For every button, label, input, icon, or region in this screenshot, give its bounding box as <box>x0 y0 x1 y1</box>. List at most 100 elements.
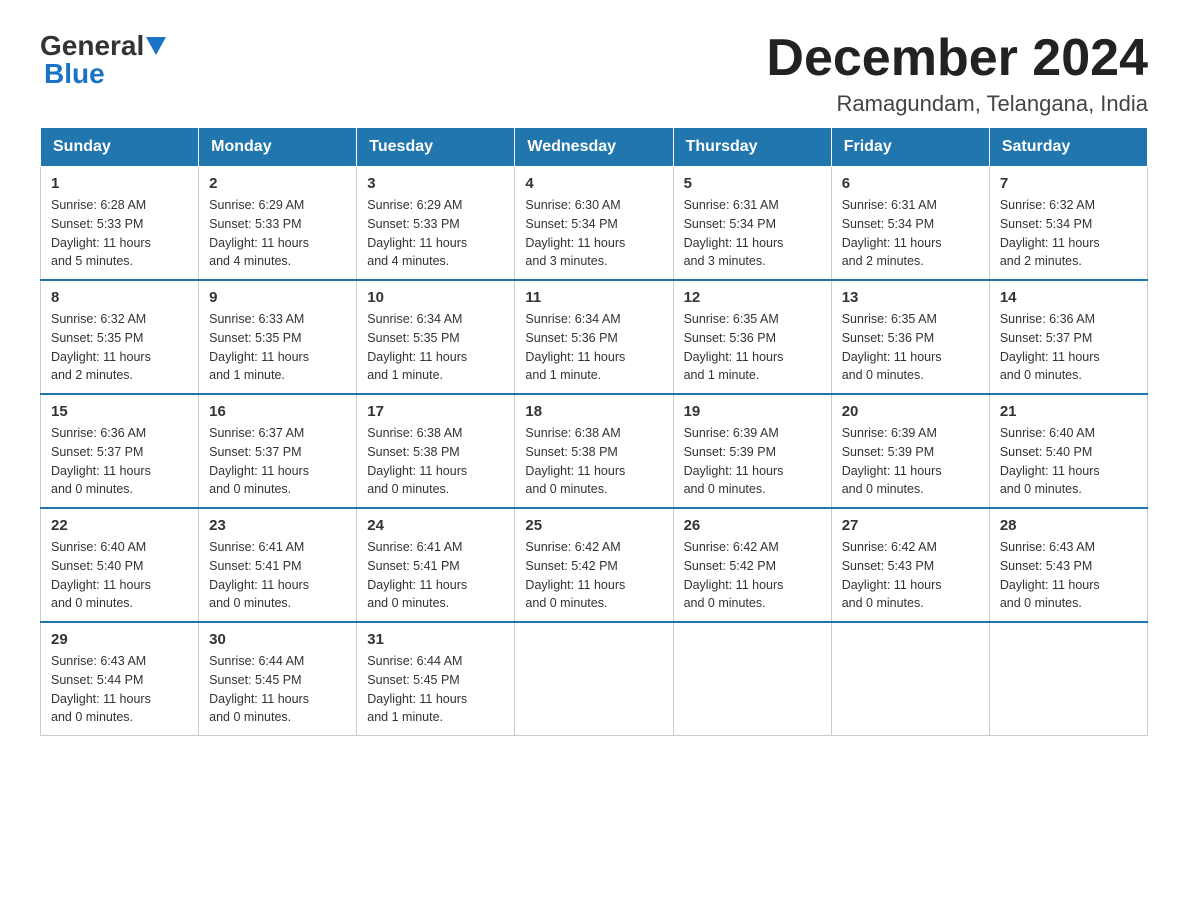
day-number: 23 <box>209 517 346 534</box>
day-info: Sunrise: 6:36 AMSunset: 5:37 PMDaylight:… <box>51 424 188 499</box>
calendar-cell: 6 Sunrise: 6:31 AMSunset: 5:34 PMDaylight… <box>831 167 989 281</box>
calendar-cell: 11Sunrise: 6:34 AMSunset: 5:36 PMDayligh… <box>515 280 673 394</box>
day-number: 13 <box>842 289 979 306</box>
title-section: December 2024 Ramagundam, Telangana, Ind… <box>766 30 1148 117</box>
calendar-cell <box>515 622 673 736</box>
day-info: Sunrise: 6:42 AMSunset: 5:42 PMDaylight:… <box>525 538 662 613</box>
day-info: Sunrise: 6:37 AMSunset: 5:37 PMDaylight:… <box>209 424 346 499</box>
day-info: Sunrise: 6:31 AMSunset: 5:34 PMDaylight:… <box>684 196 821 271</box>
day-info: Sunrise: 6:39 AMSunset: 5:39 PMDaylight:… <box>842 424 979 499</box>
day-info: Sunrise: 6:33 AMSunset: 5:35 PMDaylight:… <box>209 310 346 385</box>
calendar-cell: 31Sunrise: 6:44 AMSunset: 5:45 PMDayligh… <box>357 622 515 736</box>
calendar-cell: 13 Sunrise: 6:35 AMSunset: 5:36 PMDayligh… <box>831 280 989 394</box>
day-info: Sunrise: 6:29 AMSunset: 5:33 PMDaylight:… <box>209 196 346 271</box>
day-number: 6 <box>842 175 979 192</box>
col-header-monday: Monday <box>199 128 357 167</box>
calendar-cell: 4 Sunrise: 6:30 AMSunset: 5:34 PMDaylight… <box>515 167 673 281</box>
calendar-cell: 2 Sunrise: 6:29 AMSunset: 5:33 PMDaylight… <box>199 167 357 281</box>
calendar-cell <box>673 622 831 736</box>
calendar-cell: 17Sunrise: 6:38 AMSunset: 5:38 PMDayligh… <box>357 394 515 508</box>
day-info: Sunrise: 6:32 AMSunset: 5:35 PMDaylight:… <box>51 310 188 385</box>
day-info: Sunrise: 6:30 AMSunset: 5:34 PMDaylight:… <box>525 196 662 271</box>
col-header-thursday: Thursday <box>673 128 831 167</box>
calendar-cell: 20Sunrise: 6:39 AMSunset: 5:39 PMDayligh… <box>831 394 989 508</box>
calendar-cell: 14Sunrise: 6:36 AMSunset: 5:37 PMDayligh… <box>989 280 1147 394</box>
day-number: 2 <box>209 175 346 192</box>
day-info: Sunrise: 6:35 AMSunset: 5:36 PMDaylight:… <box>842 310 979 385</box>
day-number: 5 <box>684 175 821 192</box>
day-number: 30 <box>209 631 346 648</box>
day-info: Sunrise: 6:31 AMSunset: 5:34 PMDaylight:… <box>842 196 979 271</box>
day-number: 15 <box>51 403 188 420</box>
day-number: 18 <box>525 403 662 420</box>
day-info: Sunrise: 6:40 AMSunset: 5:40 PMDaylight:… <box>51 538 188 613</box>
day-number: 25 <box>525 517 662 534</box>
calendar-cell: 10 Sunrise: 6:34 AMSunset: 5:35 PMDayligh… <box>357 280 515 394</box>
day-info: Sunrise: 6:39 AMSunset: 5:39 PMDaylight:… <box>684 424 821 499</box>
day-number: 9 <box>209 289 346 306</box>
day-info: Sunrise: 6:42 AMSunset: 5:42 PMDaylight:… <box>684 538 821 613</box>
calendar-cell: 28 Sunrise: 6:43 AMSunset: 5:43 PMDayligh… <box>989 508 1147 622</box>
calendar-table: SundayMondayTuesdayWednesdayThursdayFrid… <box>40 127 1148 736</box>
day-number: 10 <box>367 289 504 306</box>
day-info: Sunrise: 6:44 AMSunset: 5:45 PMDaylight:… <box>209 652 346 727</box>
logo: General Blue <box>40 30 166 90</box>
day-number: 7 <box>1000 175 1137 192</box>
day-number: 4 <box>525 175 662 192</box>
calendar-header-row: SundayMondayTuesdayWednesdayThursdayFrid… <box>41 128 1148 167</box>
calendar-cell: 18 Sunrise: 6:38 AMSunset: 5:38 PMDayligh… <box>515 394 673 508</box>
calendar-cell: 29 Sunrise: 6:43 AMSunset: 5:44 PMDayligh… <box>41 622 199 736</box>
calendar-cell: 12Sunrise: 6:35 AMSunset: 5:36 PMDayligh… <box>673 280 831 394</box>
day-info: Sunrise: 6:29 AMSunset: 5:33 PMDaylight:… <box>367 196 504 271</box>
calendar-week-row-2: 8 Sunrise: 6:32 AMSunset: 5:35 PMDaylight… <box>41 280 1148 394</box>
day-info: Sunrise: 6:34 AMSunset: 5:35 PMDaylight:… <box>367 310 504 385</box>
day-number: 19 <box>684 403 821 420</box>
calendar-cell: 27 Sunrise: 6:42 AMSunset: 5:43 PMDayligh… <box>831 508 989 622</box>
calendar-cell: 30 Sunrise: 6:44 AMSunset: 5:45 PMDayligh… <box>199 622 357 736</box>
calendar-cell: 1 Sunrise: 6:28 AMSunset: 5:33 PMDaylight… <box>41 167 199 281</box>
day-number: 16 <box>209 403 346 420</box>
calendar-cell: 9 Sunrise: 6:33 AMSunset: 5:35 PMDaylight… <box>199 280 357 394</box>
logo-triangle-icon <box>146 37 166 57</box>
col-header-friday: Friday <box>831 128 989 167</box>
col-header-saturday: Saturday <box>989 128 1147 167</box>
day-number: 11 <box>525 289 662 306</box>
calendar-cell: 3 Sunrise: 6:29 AMSunset: 5:33 PMDaylight… <box>357 167 515 281</box>
calendar-cell: 24 Sunrise: 6:41 AMSunset: 5:41 PMDayligh… <box>357 508 515 622</box>
calendar-cell: 21Sunrise: 6:40 AMSunset: 5:40 PMDayligh… <box>989 394 1147 508</box>
day-number: 29 <box>51 631 188 648</box>
day-number: 12 <box>684 289 821 306</box>
day-info: Sunrise: 6:38 AMSunset: 5:38 PMDaylight:… <box>525 424 662 499</box>
day-number: 1 <box>51 175 188 192</box>
day-info: Sunrise: 6:43 AMSunset: 5:44 PMDaylight:… <box>51 652 188 727</box>
logo-blue-text: Blue <box>40 58 105 90</box>
calendar-cell: 26Sunrise: 6:42 AMSunset: 5:42 PMDayligh… <box>673 508 831 622</box>
day-number: 24 <box>367 517 504 534</box>
day-number: 28 <box>1000 517 1137 534</box>
calendar-cell: 19 Sunrise: 6:39 AMSunset: 5:39 PMDayligh… <box>673 394 831 508</box>
col-header-wednesday: Wednesday <box>515 128 673 167</box>
location-text: Ramagundam, Telangana, India <box>766 91 1148 117</box>
day-info: Sunrise: 6:43 AMSunset: 5:43 PMDaylight:… <box>1000 538 1137 613</box>
day-info: Sunrise: 6:42 AMSunset: 5:43 PMDaylight:… <box>842 538 979 613</box>
day-number: 21 <box>1000 403 1137 420</box>
calendar-week-row-3: 15 Sunrise: 6:36 AMSunset: 5:37 PMDayligh… <box>41 394 1148 508</box>
day-info: Sunrise: 6:41 AMSunset: 5:41 PMDaylight:… <box>209 538 346 613</box>
col-header-tuesday: Tuesday <box>357 128 515 167</box>
calendar-cell: 25 Sunrise: 6:42 AMSunset: 5:42 PMDayligh… <box>515 508 673 622</box>
calendar-week-row-1: 1 Sunrise: 6:28 AMSunset: 5:33 PMDaylight… <box>41 167 1148 281</box>
month-title: December 2024 <box>766 30 1148 87</box>
day-info: Sunrise: 6:44 AMSunset: 5:45 PMDaylight:… <box>367 652 504 727</box>
calendar-cell <box>831 622 989 736</box>
day-info: Sunrise: 6:41 AMSunset: 5:41 PMDaylight:… <box>367 538 504 613</box>
calendar-week-row-5: 29 Sunrise: 6:43 AMSunset: 5:44 PMDayligh… <box>41 622 1148 736</box>
day-info: Sunrise: 6:28 AMSunset: 5:33 PMDaylight:… <box>51 196 188 271</box>
day-number: 17 <box>367 403 504 420</box>
calendar-cell: 23 Sunrise: 6:41 AMSunset: 5:41 PMDayligh… <box>199 508 357 622</box>
day-number: 22 <box>51 517 188 534</box>
calendar-cell: 16 Sunrise: 6:37 AMSunset: 5:37 PMDayligh… <box>199 394 357 508</box>
calendar-week-row-4: 22 Sunrise: 6:40 AMSunset: 5:40 PMDayligh… <box>41 508 1148 622</box>
day-number: 3 <box>367 175 504 192</box>
day-number: 27 <box>842 517 979 534</box>
day-number: 8 <box>51 289 188 306</box>
